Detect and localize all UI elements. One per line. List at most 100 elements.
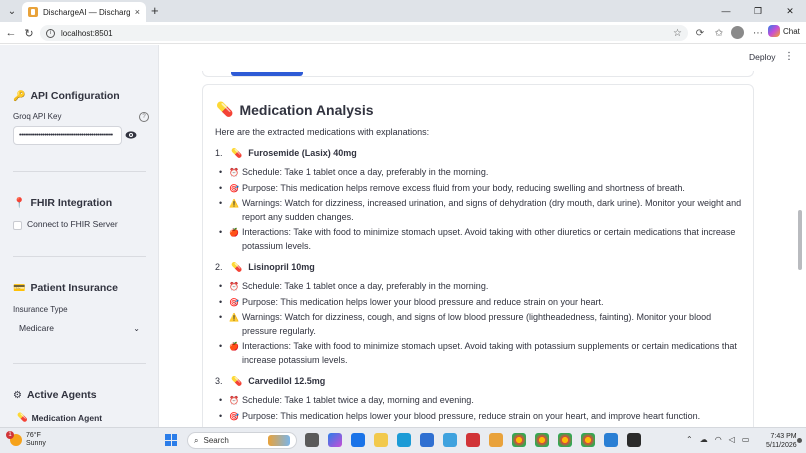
chrome-profile-icon[interactable] xyxy=(581,433,595,447)
bullet xyxy=(217,410,229,424)
apple-icon: 🍎 xyxy=(229,228,239,237)
extensions-icon[interactable]: ⟳ xyxy=(692,25,708,41)
temperature: 76°F xyxy=(26,432,41,439)
target-icon: 🎯 xyxy=(229,183,239,193)
main-content: Deploy ⋮ 💊 Medication Analysis Here are … xyxy=(159,45,806,427)
battery-icon[interactable]: ▭ xyxy=(742,435,750,444)
browser-tab-active[interactable]: DischargeAI — Discharge Planning × xyxy=(22,2,146,22)
medication-name: Furosemide (Lasix) 40mg xyxy=(248,148,357,158)
main-menu-icon[interactable]: ⋮ xyxy=(784,51,794,62)
medication-heading: 3. 💊 Carvedilol 12.5mg xyxy=(215,373,745,389)
restore-icon[interactable]: ❐ xyxy=(742,0,774,22)
copilot-chat-button[interactable]: Chat xyxy=(768,25,800,37)
medication-detail: 🍎Interactions: Take with food to minimiz… xyxy=(217,340,745,367)
primary-button-edge[interactable] xyxy=(231,72,303,76)
bullet xyxy=(217,226,229,253)
taskbar-search[interactable]: ⌕ Search xyxy=(187,432,297,449)
close-window-icon[interactable]: ✕ xyxy=(774,0,806,22)
detail-text: Schedule: Take 1 tablet twice a day, mor… xyxy=(242,395,474,405)
sun-icon: 1 xyxy=(6,431,22,446)
alarm-clock-icon: ⏰ xyxy=(229,396,239,405)
medication-name: Lisinopril 10mg xyxy=(248,262,315,272)
copilot-logo-icon xyxy=(768,25,780,37)
cloud-icon[interactable]: ☁ xyxy=(700,435,708,444)
copilot-app-icon[interactable] xyxy=(328,433,342,447)
minimize-icon[interactable]: — xyxy=(710,0,742,22)
apple-icon: 🍎 xyxy=(229,342,239,351)
fhir-connect-label[interactable]: Connect to FHIR Server xyxy=(27,219,118,229)
edge-browser-icon[interactable] xyxy=(397,433,411,447)
search-icon: ⌕ xyxy=(194,435,199,445)
windows-start-icon[interactable] xyxy=(165,434,177,446)
app-icon[interactable] xyxy=(443,433,457,447)
chrome-profile-icon[interactable] xyxy=(535,433,549,447)
groq-api-key-input[interactable]: ••••••••••••••••••••••••••••••••••••••••… xyxy=(13,126,122,145)
app-icon[interactable] xyxy=(466,433,480,447)
medication-detail: ⚠️Warnings: Watch for dizziness, cough, … xyxy=(217,311,745,338)
insurance-type-select[interactable]: Medicare ⌄ xyxy=(13,318,146,338)
reload-icon[interactable]: ↻ xyxy=(21,25,37,41)
favorites-icon[interactable]: ✩ xyxy=(711,25,727,41)
notes-icon[interactable] xyxy=(489,433,503,447)
fhir-heading: 📍 FHIR Integration xyxy=(13,197,112,209)
vscode-icon[interactable] xyxy=(604,433,618,447)
url-text[interactable]: localhost:8501 xyxy=(61,29,667,38)
medication-detail: 🎯Purpose: This medication helps lower yo… xyxy=(217,296,745,310)
chrome-profile-icon[interactable] xyxy=(558,433,572,447)
outlook-icon[interactable] xyxy=(351,433,365,447)
search-highlight-icon xyxy=(268,435,290,446)
alarm-clock-icon: ⏰ xyxy=(229,282,239,291)
medication-detail: ⏰Schedule: Take 1 tablet twice a day, mo… xyxy=(217,394,745,408)
weather-widget[interactable]: 1 76°F Sunny xyxy=(6,431,46,448)
tab-title: DischargeAI — Discharge Planning xyxy=(43,7,130,17)
taskbar-clock[interactable]: 7:43 PM 5/11/2026 xyxy=(766,432,797,450)
file-explorer-icon[interactable] xyxy=(374,433,388,447)
deploy-button[interactable]: Deploy xyxy=(749,52,775,62)
medication-number: 1. xyxy=(215,148,223,158)
medication-item: 3. 💊 Carvedilol 12.5mg ⏰Schedule: Take 1 ta… xyxy=(215,373,745,423)
detail-text: Purpose: This medication helps remove ex… xyxy=(242,182,685,193)
store-icon[interactable] xyxy=(420,433,434,447)
wifi-icon[interactable]: ◠ xyxy=(715,435,722,444)
medication-details: ⏰Schedule: Take 1 tablet once a day, pre… xyxy=(215,280,745,367)
agent-item-medication: 💊 Medication Agent xyxy=(17,412,102,423)
page-scrollbar[interactable] xyxy=(798,210,802,270)
medication-detail: 🎯Purpose: This medication helps remove e… xyxy=(217,182,745,196)
medication-detail: 🎯Purpose: This medication helps lower yo… xyxy=(217,410,745,424)
volume-icon[interactable]: ◁ xyxy=(729,435,735,444)
medication-list: 1.💊Furosemide (Lasix) 40mg⏰Schedule: Tak… xyxy=(215,145,745,427)
back-arrow-icon[interactable]: ← xyxy=(3,25,19,41)
medication-details: ⏰Schedule: Take 1 tablet once a day, pre… xyxy=(215,166,745,253)
eye-icon[interactable] xyxy=(125,130,137,140)
notification-dot-icon[interactable] xyxy=(797,438,802,443)
chrome-icon[interactable] xyxy=(512,433,526,447)
detail-text: Schedule: Take 1 tablet once a day, pref… xyxy=(242,281,489,291)
medication-name: Carvedilol 12.5mg xyxy=(248,376,326,386)
more-menu-icon[interactable]: ⋯ xyxy=(750,25,766,41)
new-tab-button[interactable]: + xyxy=(151,3,159,19)
medication-number: 3. xyxy=(215,376,223,386)
pill-icon: 💊 xyxy=(231,261,243,272)
help-icon[interactable]: ? xyxy=(139,112,149,122)
address-bar[interactable]: i localhost:8501 ☆ xyxy=(40,25,688,41)
site-info-icon[interactable]: i xyxy=(46,28,55,38)
active-agents-heading: ⚙ Active Agents xyxy=(13,389,97,401)
bullet xyxy=(217,394,229,408)
alarm-clock-icon: ⏰ xyxy=(229,168,239,177)
bookmark-star-icon[interactable]: ☆ xyxy=(673,28,682,39)
clock-date: 5/11/2026 xyxy=(766,442,797,449)
sidebar-divider xyxy=(13,256,146,257)
tab-close-icon[interactable]: × xyxy=(135,7,140,17)
weather-condition: Sunny xyxy=(26,440,46,447)
terminal-icon[interactable] xyxy=(627,433,641,447)
active-agents-title: Active Agents xyxy=(26,389,97,401)
task-view-icon[interactable] xyxy=(305,433,319,447)
fhir-connect-checkbox[interactable] xyxy=(13,221,22,230)
notification-badge: 1 xyxy=(6,431,14,439)
groq-api-key-label: Groq API Key xyxy=(13,112,62,121)
detail-text: Purpose: This medication helps lower you… xyxy=(242,296,604,307)
tab-list-chevron-icon[interactable]: ⌄ xyxy=(4,3,20,19)
chevron-up-icon[interactable]: ⌃ xyxy=(686,435,693,444)
browser-tab-bar: ⌄ DischargeAI — Discharge Planning × + —… xyxy=(0,0,806,22)
profile-avatar[interactable] xyxy=(731,26,744,39)
